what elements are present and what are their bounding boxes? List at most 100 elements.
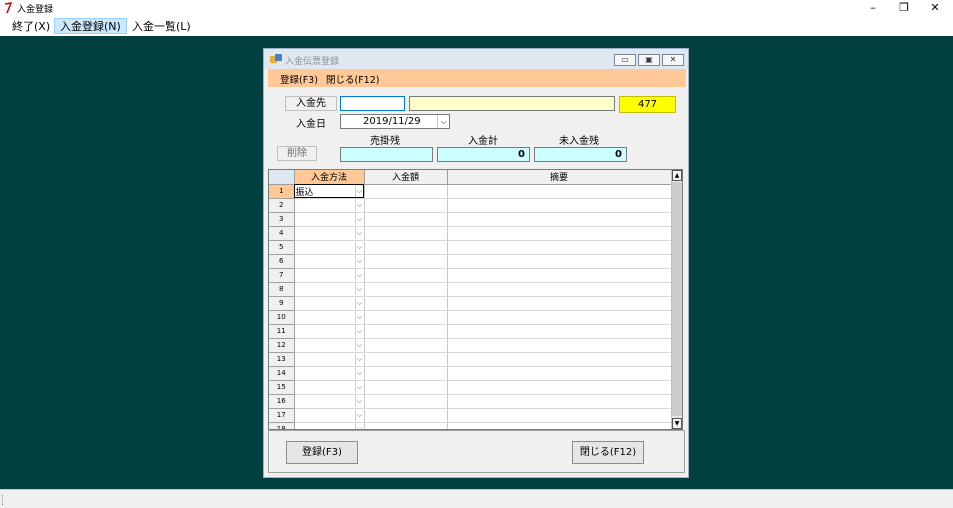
method-cell[interactable]: ⌵ — [294, 352, 365, 367]
close-icon[interactable]: ✕ — [920, 0, 950, 16]
child-close-icon[interactable]: ✕ — [662, 54, 684, 66]
method-cell[interactable]: ⌵ — [294, 380, 365, 395]
method-cell[interactable]: ⌵ — [294, 254, 365, 269]
table-row[interactable]: 10 ⌵ — [269, 310, 672, 325]
row-number[interactable]: 13 — [269, 352, 295, 367]
table-row[interactable]: 7 ⌵ — [269, 268, 672, 283]
chevron-down-icon[interactable]: ⌵ — [354, 409, 364, 421]
table-row[interactable]: 4 ⌵ — [269, 226, 672, 241]
row-number[interactable]: 10 — [269, 310, 295, 325]
child-menu-close[interactable]: 閉じる(F12) — [326, 72, 379, 86]
memo-cell[interactable] — [447, 310, 672, 325]
table-row[interactable]: 12 ⌵ — [269, 338, 672, 353]
row-number[interactable]: 8 — [269, 282, 295, 297]
amount-cell[interactable] — [364, 408, 448, 423]
row-number[interactable]: 4 — [269, 226, 295, 241]
memo-cell[interactable] — [447, 198, 672, 213]
table-row[interactable]: 6 ⌵ — [269, 254, 672, 269]
child-menu-register[interactable]: 登録(F3) — [280, 72, 318, 86]
chevron-down-icon[interactable]: ⌵ — [354, 353, 364, 365]
memo-cell[interactable] — [447, 268, 672, 283]
chevron-down-icon[interactable]: ⌵ — [354, 367, 364, 379]
child-maximize-icon[interactable]: ▣ — [638, 54, 660, 66]
table-row[interactable]: 1 振込 ⌵ — [269, 184, 672, 199]
chevron-down-icon[interactable]: ⌵ — [354, 213, 364, 225]
memo-cell[interactable] — [447, 366, 672, 381]
memo-cell[interactable] — [447, 184, 672, 199]
chevron-down-icon[interactable]: ⌵ — [354, 311, 364, 323]
method-cell[interactable]: ⌵ — [294, 268, 365, 283]
table-row[interactable]: 16 ⌵ — [269, 394, 672, 409]
method-cell[interactable]: ⌵ — [294, 240, 365, 255]
menu-payment-list[interactable]: 入金一覧(L) — [126, 18, 197, 34]
amount-cell[interactable] — [364, 268, 448, 283]
method-cell[interactable]: 振込 ⌵ — [294, 184, 365, 199]
row-number[interactable]: 6 — [269, 254, 295, 269]
delete-button[interactable]: 削除 — [277, 146, 317, 161]
register-button[interactable]: 登録(F3) — [286, 441, 358, 464]
row-number[interactable]: 2 — [269, 198, 295, 213]
row-number[interactable]: 17 — [269, 408, 295, 423]
amount-cell[interactable] — [364, 380, 448, 395]
amount-cell[interactable] — [364, 296, 448, 311]
row-number[interactable]: 5 — [269, 240, 295, 255]
method-cell[interactable]: ⌵ — [294, 324, 365, 339]
amount-cell[interactable] — [364, 184, 448, 199]
amount-cell[interactable] — [364, 310, 448, 325]
method-cell[interactable]: ⌵ — [294, 408, 365, 423]
grid-scrollbar[interactable]: ▲ ▼ — [671, 170, 682, 429]
memo-cell[interactable] — [447, 240, 672, 255]
child-minimize-icon[interactable]: ▭ — [614, 54, 636, 66]
row-number[interactable]: 15 — [269, 380, 295, 395]
row-number[interactable]: 9 — [269, 296, 295, 311]
amount-cell[interactable] — [364, 422, 448, 429]
payment-date-picker[interactable]: 2019/11/29 ⌵ — [340, 114, 450, 129]
method-cell[interactable]: ⌵ — [294, 338, 365, 353]
memo-cell[interactable] — [447, 422, 672, 429]
table-row[interactable]: 2 ⌵ — [269, 198, 672, 213]
table-row[interactable]: 8 ⌵ — [269, 282, 672, 297]
method-cell[interactable]: ⌵ — [294, 394, 365, 409]
table-row[interactable]: 13 ⌵ — [269, 352, 672, 367]
chevron-down-icon[interactable]: ⌵ — [354, 423, 364, 429]
row-number[interactable]: 16 — [269, 394, 295, 409]
column-header-memo[interactable]: 摘要 — [447, 170, 672, 185]
scroll-up-icon[interactable]: ▲ — [672, 170, 682, 181]
customer-button[interactable]: 入金先 — [285, 96, 337, 111]
memo-cell[interactable] — [447, 338, 672, 353]
memo-cell[interactable] — [447, 296, 672, 311]
memo-cell[interactable] — [447, 282, 672, 297]
chevron-down-icon[interactable]: ⌵ — [354, 199, 364, 211]
table-row[interactable]: 5 ⌵ — [269, 240, 672, 255]
amount-cell[interactable] — [364, 226, 448, 241]
chevron-down-icon[interactable]: ⌵ — [354, 283, 364, 295]
method-cell[interactable]: ⌵ — [294, 296, 365, 311]
row-number[interactable]: 14 — [269, 366, 295, 381]
chevron-down-icon[interactable]: ⌵ — [354, 325, 364, 337]
chevron-down-icon[interactable]: ⌵ — [354, 381, 364, 393]
chevron-down-icon[interactable]: ⌵ — [354, 395, 364, 407]
chevron-down-icon[interactable]: ⌵ — [354, 241, 364, 253]
column-header-amount[interactable]: 入金額 — [364, 170, 448, 185]
amount-cell[interactable] — [364, 324, 448, 339]
chevron-down-icon[interactable]: ⌵ — [437, 115, 449, 128]
minimize-icon[interactable]: – — [858, 0, 888, 16]
amount-cell[interactable] — [364, 338, 448, 353]
amount-cell[interactable] — [364, 240, 448, 255]
chevron-down-icon[interactable]: ⌵ — [354, 339, 364, 351]
amount-cell[interactable] — [364, 212, 448, 227]
menu-exit[interactable]: 終了(X) — [6, 18, 56, 34]
scroll-down-icon[interactable]: ▼ — [672, 418, 682, 429]
memo-cell[interactable] — [447, 408, 672, 423]
memo-cell[interactable] — [447, 380, 672, 395]
chevron-down-icon[interactable]: ⌵ — [354, 227, 364, 239]
customer-code-input[interactable] — [340, 96, 405, 111]
row-number[interactable]: 1 — [269, 184, 295, 199]
grid-corner[interactable] — [269, 170, 295, 185]
table-row[interactable]: 11 ⌵ — [269, 324, 672, 339]
row-number[interactable]: 7 — [269, 268, 295, 283]
method-cell[interactable]: ⌵ — [294, 198, 365, 213]
row-number[interactable]: 11 — [269, 324, 295, 339]
amount-cell[interactable] — [364, 394, 448, 409]
table-row[interactable]: 3 ⌵ — [269, 212, 672, 227]
